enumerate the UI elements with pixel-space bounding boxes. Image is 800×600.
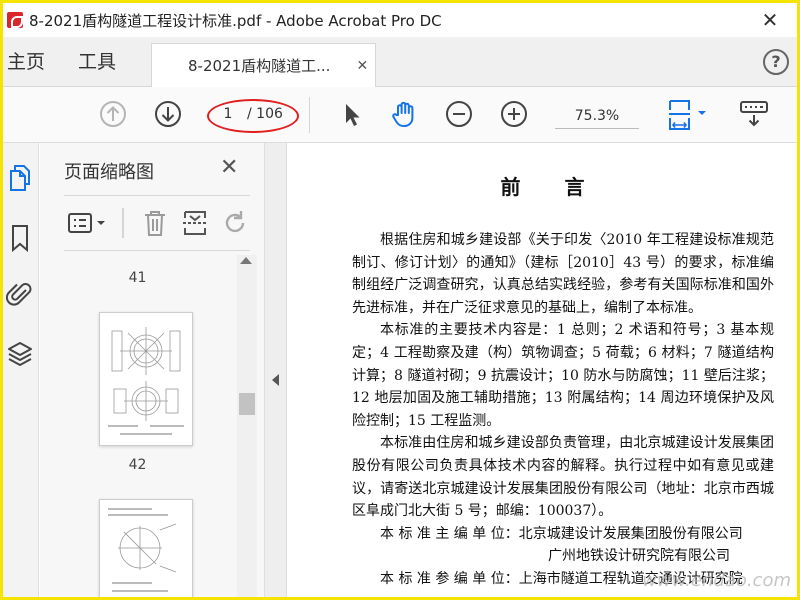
previous-page-button[interactable] [98, 99, 128, 129]
paragraph: 根据住房和城乡建设部《关于印发〈2010 年工程建设标准规范制订、修订计划〉的通… [352, 232, 774, 316]
cursor-arrow-icon [346, 104, 360, 126]
hand-icon [392, 101, 414, 127]
toolbar-divider [309, 97, 310, 133]
thumbnail-scrollbar[interactable] [237, 255, 257, 597]
delete-page-button[interactable] [140, 208, 170, 238]
arrow-down-circle-icon [155, 101, 181, 127]
keyboard-download-icon [740, 101, 768, 127]
page-thumbnail-drawing [108, 327, 184, 435]
zoom-level-field[interactable]: 75.3% [555, 103, 639, 129]
layers-icon [8, 342, 32, 366]
options-menu-icon [68, 213, 105, 233]
acrobat-app-icon [7, 12, 23, 28]
panel-title: 页面缩略图 [64, 162, 154, 183]
window-title: 8-2021盾构隧道工程设计标准.pdf - Adobe Acrobat Pro… [29, 11, 442, 30]
insert-page-button[interactable] [180, 208, 210, 238]
page-thumbnails-nav-button[interactable] [6, 163, 34, 193]
copy-pages-icon [10, 165, 30, 191]
next-page-button[interactable] [153, 99, 183, 129]
zoom-out-button[interactable] [444, 99, 474, 129]
thumbnail-page-43[interactable] [99, 499, 193, 597]
scrollbar-thumb[interactable] [239, 393, 255, 415]
paragraph: 本标准的主要技术内容是：1 总则；2 术语和符号；3 基本规定；4 工程勘察及建… [352, 322, 774, 429]
paragraph-right-aligned: 广州地铁设计研究院有限公司 [548, 548, 730, 565]
plus-circle-icon [501, 101, 527, 127]
attachments-nav-button[interactable] [5, 279, 34, 309]
document-view: 前言 根据住房和城乡建设部《关于印发〈2010 年工程建设标准规范制订、修订计划… [288, 143, 797, 597]
rotate-icon [225, 211, 245, 233]
tools-divider [122, 208, 124, 238]
title-bar: 8-2021盾构隧道工程设计标准.pdf - Adobe Acrobat Pro… [3, 3, 797, 37]
site-watermark: www.endao.com [642, 570, 791, 591]
page-display-button[interactable] [737, 99, 771, 129]
fit-page-icon [669, 100, 706, 130]
collapse-left-icon [272, 374, 279, 386]
page-thumbnail-drawing [108, 508, 177, 592]
hand-tool-button[interactable] [389, 99, 419, 129]
fit-page-button[interactable] [665, 99, 711, 130]
panel-close-button[interactable]: ✕ [220, 155, 238, 180]
tab-tools[interactable]: 工具 [78, 37, 116, 87]
help-button[interactable]: ? [763, 49, 789, 75]
trash-icon [145, 211, 165, 236]
thumbnail-page-42[interactable] [99, 312, 193, 446]
red-highlight-ellipse [207, 99, 299, 133]
bookmarks-nav-button[interactable] [6, 223, 34, 253]
arrow-up-circle-icon [100, 101, 126, 127]
thumbnail-list: 41 42 [40, 255, 265, 597]
document-tab-label: 8-2021盾构隧道工... [188, 57, 331, 75]
page-thumbnails-panel: 页面缩略图 ✕ 41 42 [40, 143, 265, 597]
document-body: 根据住房和城乡建设部《关于印发〈2010 年工程建设标准规范制订、修订计划〉的通… [352, 229, 774, 591]
acrobat-window: 8-2021盾构隧道工程设计标准.pdf - Adobe Acrobat Pro… [3, 3, 797, 597]
tab-bar: 主页 工具 8-2021盾构隧道工... ✕ ? [3, 37, 797, 87]
thumbnail-tools [64, 195, 250, 251]
insert-page-icon [183, 211, 207, 235]
paperclip-icon [5, 283, 32, 306]
toolbar: 1 / 106 75.3% [3, 87, 797, 143]
layers-nav-button[interactable] [6, 339, 34, 369]
thumbnail-label: 42 [128, 457, 147, 473]
document-tab-close-button[interactable]: ✕ [356, 58, 368, 74]
left-navigation-rail [3, 143, 39, 597]
window-close-button[interactable]: ✕ [757, 7, 783, 33]
paragraph: 本标准由住房和城乡建设部负责管理，由北京城建设计发展集团股份有限公司负责具体技术… [352, 435, 774, 520]
tab-home[interactable]: 主页 [7, 37, 45, 87]
paragraph: 本 标 准 主 编 单 位：北京城建设计发展集团股份有限公司 [380, 525, 743, 542]
rotate-page-button[interactable] [220, 208, 250, 238]
bookmark-icon [12, 225, 28, 253]
zoom-in-button[interactable] [499, 99, 529, 129]
thumbnail-label: 41 [128, 270, 147, 286]
panel-collapse-handle[interactable] [265, 143, 287, 597]
tab-document[interactable]: 8-2021盾构隧道工... ✕ [151, 43, 376, 87]
scroll-up-arrow-icon[interactable] [240, 257, 252, 264]
minus-circle-icon [446, 101, 472, 127]
thumbnail-options-button[interactable] [66, 208, 110, 238]
select-tool-button[interactable] [337, 99, 367, 129]
page-heading: 前言 [500, 175, 629, 199]
